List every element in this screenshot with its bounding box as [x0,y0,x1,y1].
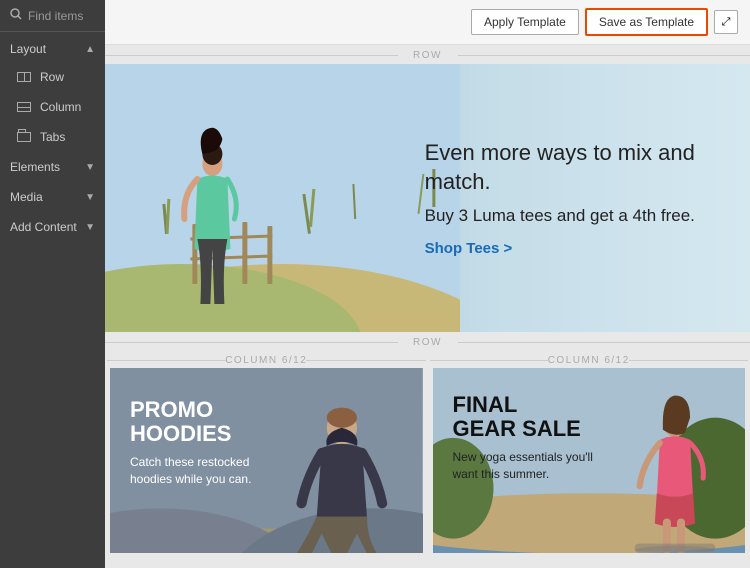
col-right-label: COLUMN 6/12 [430,351,749,368]
hero-image-area [105,64,460,332]
promo-hoodies-subtitle: Catch these restocked hoodies while you … [130,454,270,488]
canvas: ROW [105,45,750,568]
promo-hoodies-card[interactable]: PROMO HOODIES Catch these restocked hood… [110,368,423,553]
sidebar-item-row[interactable]: Row [0,62,105,92]
sidebar-item-tabs-label: Tabs [40,130,65,144]
sidebar-item-column[interactable]: Column [0,92,105,122]
add-content-label: Add Content [10,220,77,234]
expand-button[interactable]: ⤢ [714,10,738,34]
gear-sale-subtitle: New yoga essentials you'll want this sum… [453,449,603,483]
elements-toggle-icon: ▼ [85,162,95,173]
row-label-hero: ROW [105,45,750,64]
sidebar: Layout ▲ Row Column Tabs Elements ▼ Medi… [0,0,105,568]
col-left: COLUMN 6/12 [107,351,426,553]
hero-headline: Even more ways to mix and match. [425,139,720,196]
hero-cta-link[interactable]: Shop Tees > [425,240,720,257]
hero-subhead: Buy 3 Luma tees and get a 4th free. [425,206,720,226]
main-area: Apply Template Save as Template ⤢ ROW [105,0,750,568]
promo-columns: COLUMN 6/12 [105,351,750,553]
hero-banner[interactable]: Even more ways to mix and match. Buy 3 L… [105,64,750,332]
row-label-bottom: ROW [105,332,750,351]
layout-label: Layout [10,42,46,56]
topbar: Apply Template Save as Template ⤢ [105,0,750,45]
hero-text-area: Even more ways to mix and match. Buy 3 L… [415,64,750,332]
media-label: Media [10,190,43,204]
sidebar-item-column-label: Column [40,100,81,114]
gear-sale-card[interactable]: FINAL GEAR SALE New yoga essentials you'… [433,368,746,553]
sidebar-item-row-label: Row [40,70,64,84]
row-icon [16,69,32,85]
save-template-button[interactable]: Save as Template [585,8,708,36]
media-toggle-icon: ▼ [85,192,95,203]
promo-hoodies-title: PROMO HOODIES [130,398,270,446]
layout-toggle-icon[interactable]: ▲ [85,44,95,55]
media-collapsible[interactable]: Media ▼ [0,182,105,212]
sidebar-item-tabs[interactable]: Tabs [0,122,105,152]
search-input[interactable] [28,9,95,23]
col-right: COLUMN 6/12 [430,351,749,553]
expand-icon: ⤢ [722,16,731,29]
search-icon [10,8,22,23]
column-icon [16,99,32,115]
tabs-icon [16,129,32,145]
elements-collapsible[interactable]: Elements ▼ [0,152,105,182]
add-content-toggle-icon: ▼ [85,222,95,233]
apply-template-button[interactable]: Apply Template [471,9,579,35]
add-content-collapsible[interactable]: Add Content ▼ [0,212,105,242]
gear-sale-text: FINAL GEAR SALE New yoga essentials you'… [453,393,603,483]
elements-label: Elements [10,160,60,174]
sidebar-search-container[interactable] [0,0,105,32]
gear-sale-title: FINAL GEAR SALE [453,393,603,441]
col-left-label: COLUMN 6/12 [107,351,426,368]
layout-section-header: Layout ▲ [0,32,105,62]
promo-hoodies-text: PROMO HOODIES Catch these restocked hood… [130,398,270,488]
